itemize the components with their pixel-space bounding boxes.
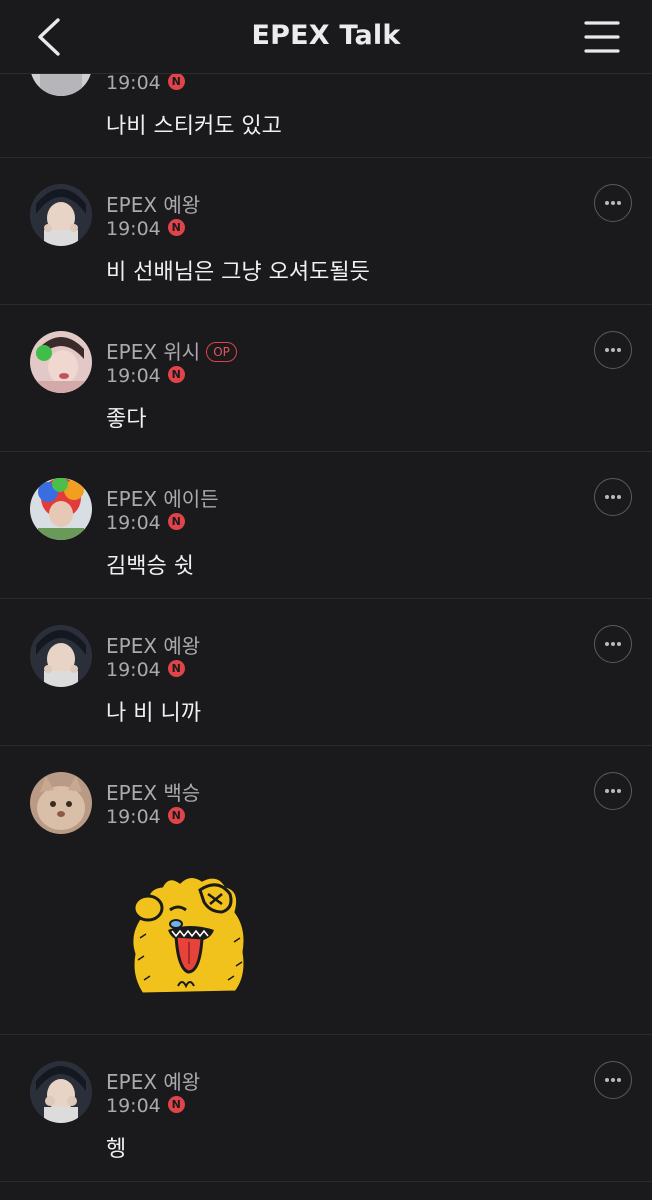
comment-text: 김백승 쉿 bbox=[106, 554, 194, 579]
comment-text: 헹 bbox=[106, 1137, 127, 1162]
more-options-icon[interactable] bbox=[594, 1061, 632, 1099]
top-nav-bar: EPEX Talk bbox=[0, 0, 652, 74]
author-name[interactable]: EPEX 위시 OP bbox=[106, 336, 237, 365]
comment-time: 19:04 N bbox=[106, 365, 185, 387]
comment-time: 19:04 N bbox=[106, 218, 185, 240]
comment-item: EPEX 예왕 19:04 N 나 비 니까 bbox=[0, 599, 652, 746]
more-options-icon[interactable] bbox=[594, 184, 632, 222]
author-name[interactable]: EPEX 에이든 bbox=[106, 483, 219, 512]
new-badge: N bbox=[167, 366, 185, 383]
avatar[interactable] bbox=[30, 184, 92, 246]
new-badge: N bbox=[167, 219, 185, 236]
comment-item: EPEX 에이든 19:04 N 김백승 쉿 bbox=[0, 452, 652, 599]
avatar[interactable] bbox=[30, 772, 92, 834]
comment-item: EPEX 백승 19:04 N bbox=[0, 746, 652, 1035]
author-name[interactable]: EPEX 예왕 bbox=[106, 1066, 200, 1095]
comment-text: 나 비 니까 bbox=[106, 701, 201, 726]
more-options-icon[interactable] bbox=[594, 478, 632, 516]
comment-time: 19:04 N bbox=[106, 512, 185, 534]
comment-time: 19:04 N bbox=[106, 806, 185, 828]
author-name[interactable]: EPEX 예왕 bbox=[106, 630, 200, 659]
avatar[interactable] bbox=[30, 478, 92, 540]
comment-item: EPEX 예왕 19:04 N 비 선배님은 그냥 오셔도될듯 bbox=[0, 158, 652, 305]
new-badge: N bbox=[167, 513, 185, 530]
avatar[interactable] bbox=[30, 625, 92, 687]
comment-item: EPEX 예왕 19:04 N 헹 bbox=[0, 1035, 652, 1182]
page-title: EPEX Talk bbox=[251, 20, 401, 51]
comment-feed[interactable]: 19:04 N 나비 스티커도 있고 EPEX 예왕 19:04 N 비 선배님은 … bbox=[0, 0, 652, 1200]
new-badge: N bbox=[167, 807, 185, 824]
comment-text: 좋다 bbox=[106, 407, 147, 432]
comment-text: 나비 스티커도 있고 bbox=[106, 114, 282, 139]
author-name[interactable]: EPEX 예왕 bbox=[106, 189, 200, 218]
new-badge: N bbox=[167, 660, 185, 677]
new-badge: N bbox=[167, 1096, 185, 1113]
hamburger-menu-icon[interactable] bbox=[582, 18, 622, 56]
avatar[interactable] bbox=[30, 331, 92, 393]
comment-time: 19:04 N bbox=[106, 72, 185, 94]
new-badge: N bbox=[167, 73, 185, 90]
more-options-icon[interactable] bbox=[594, 331, 632, 369]
comment-item: EPEX 위시 OP 19:04 N 좋다 bbox=[0, 305, 652, 452]
author-name[interactable]: EPEX 백승 bbox=[106, 777, 200, 806]
tongue-out-bear-sticker[interactable] bbox=[118, 868, 258, 1004]
talk-screen: 19:04 N 나비 스티커도 있고 EPEX 예왕 19:04 N 비 선배님은 … bbox=[0, 0, 652, 1200]
op-badge: OP bbox=[206, 341, 237, 362]
comment-text: 비 선배님은 그냥 오셔도될듯 bbox=[106, 260, 370, 285]
comment-time: 19:04 N bbox=[106, 659, 185, 681]
more-options-icon[interactable] bbox=[594, 772, 632, 810]
more-options-icon[interactable] bbox=[594, 625, 632, 663]
comment-time: 19:04 N bbox=[106, 1095, 185, 1117]
avatar[interactable] bbox=[30, 1061, 92, 1123]
